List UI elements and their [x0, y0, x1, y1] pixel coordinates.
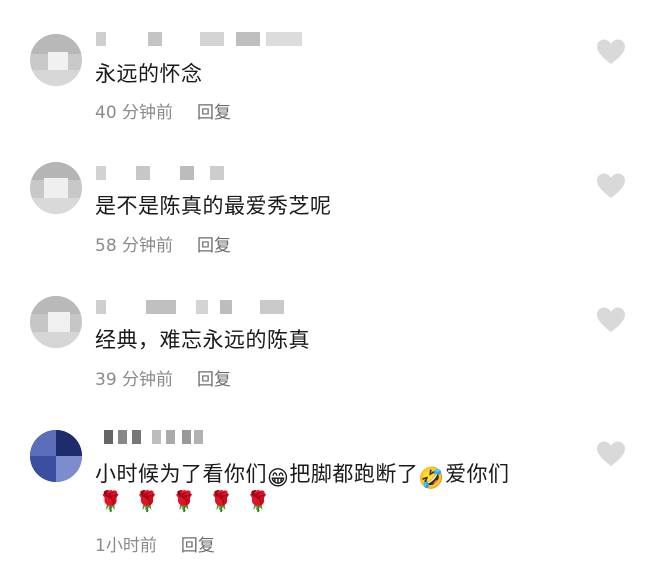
comment-meta: 1小时前 回复 [95, 531, 215, 556]
grinning-face-emoji-icon: 😁 [267, 466, 290, 490]
avatar[interactable] [30, 296, 82, 348]
rose-icon: 🌹 [171, 489, 197, 513]
comment-text-part: 爱你们 [445, 462, 510, 486]
reply-button[interactable]: 回复 [197, 103, 231, 123]
like-heart-icon[interactable] [596, 306, 626, 334]
comment-time: 40 分钟前 [95, 103, 174, 123]
comment-time: 1小时前 [95, 536, 157, 556]
username-redacted[interactable] [96, 32, 306, 48]
username-redacted[interactable] [96, 300, 286, 316]
username-redacted[interactable] [104, 430, 204, 446]
reply-button[interactable]: 回复 [181, 536, 215, 556]
comment-meta: 40 分钟前 回复 [95, 98, 231, 123]
avatar[interactable] [30, 34, 82, 86]
like-heart-icon[interactable] [596, 38, 626, 66]
reply-button[interactable]: 回复 [197, 236, 231, 256]
comment-text: 小时候为了看你们😁把脚都跑断了🤣爱你们 [95, 458, 510, 491]
rose-icon: 🌹 [134, 489, 160, 513]
reply-button[interactable]: 回复 [197, 370, 231, 390]
like-heart-icon[interactable] [596, 172, 626, 200]
comment-time: 39 分钟前 [95, 370, 174, 390]
comment-meta: 39 分钟前 回复 [95, 365, 231, 390]
comment-meta: 58 分钟前 回复 [95, 231, 231, 256]
rose-icon: 🌹 [208, 489, 234, 513]
comment-time: 58 分钟前 [95, 236, 174, 256]
username-redacted[interactable] [96, 166, 226, 182]
comment-text: 是不是陈真的最爱秀芝呢 [95, 194, 332, 218]
avatar[interactable] [30, 430, 82, 482]
comment-text: 永远的怀念 [95, 62, 203, 86]
comment-text: 经典，难忘永远的陈真 [95, 328, 310, 352]
rose-icon: 🌹 [245, 489, 271, 513]
avatar[interactable] [30, 162, 82, 214]
comment-text-part: 把脚都跑断了 [289, 462, 419, 486]
rofl-face-emoji-icon: 🤣 [418, 466, 446, 490]
rose-emoji-row: 🌹 🌹 🌹 🌹 🌹 [98, 489, 283, 513]
rose-icon: 🌹 [98, 489, 123, 513]
like-heart-icon[interactable] [596, 440, 626, 468]
comment-text-part: 小时候为了看你们 [95, 462, 267, 486]
